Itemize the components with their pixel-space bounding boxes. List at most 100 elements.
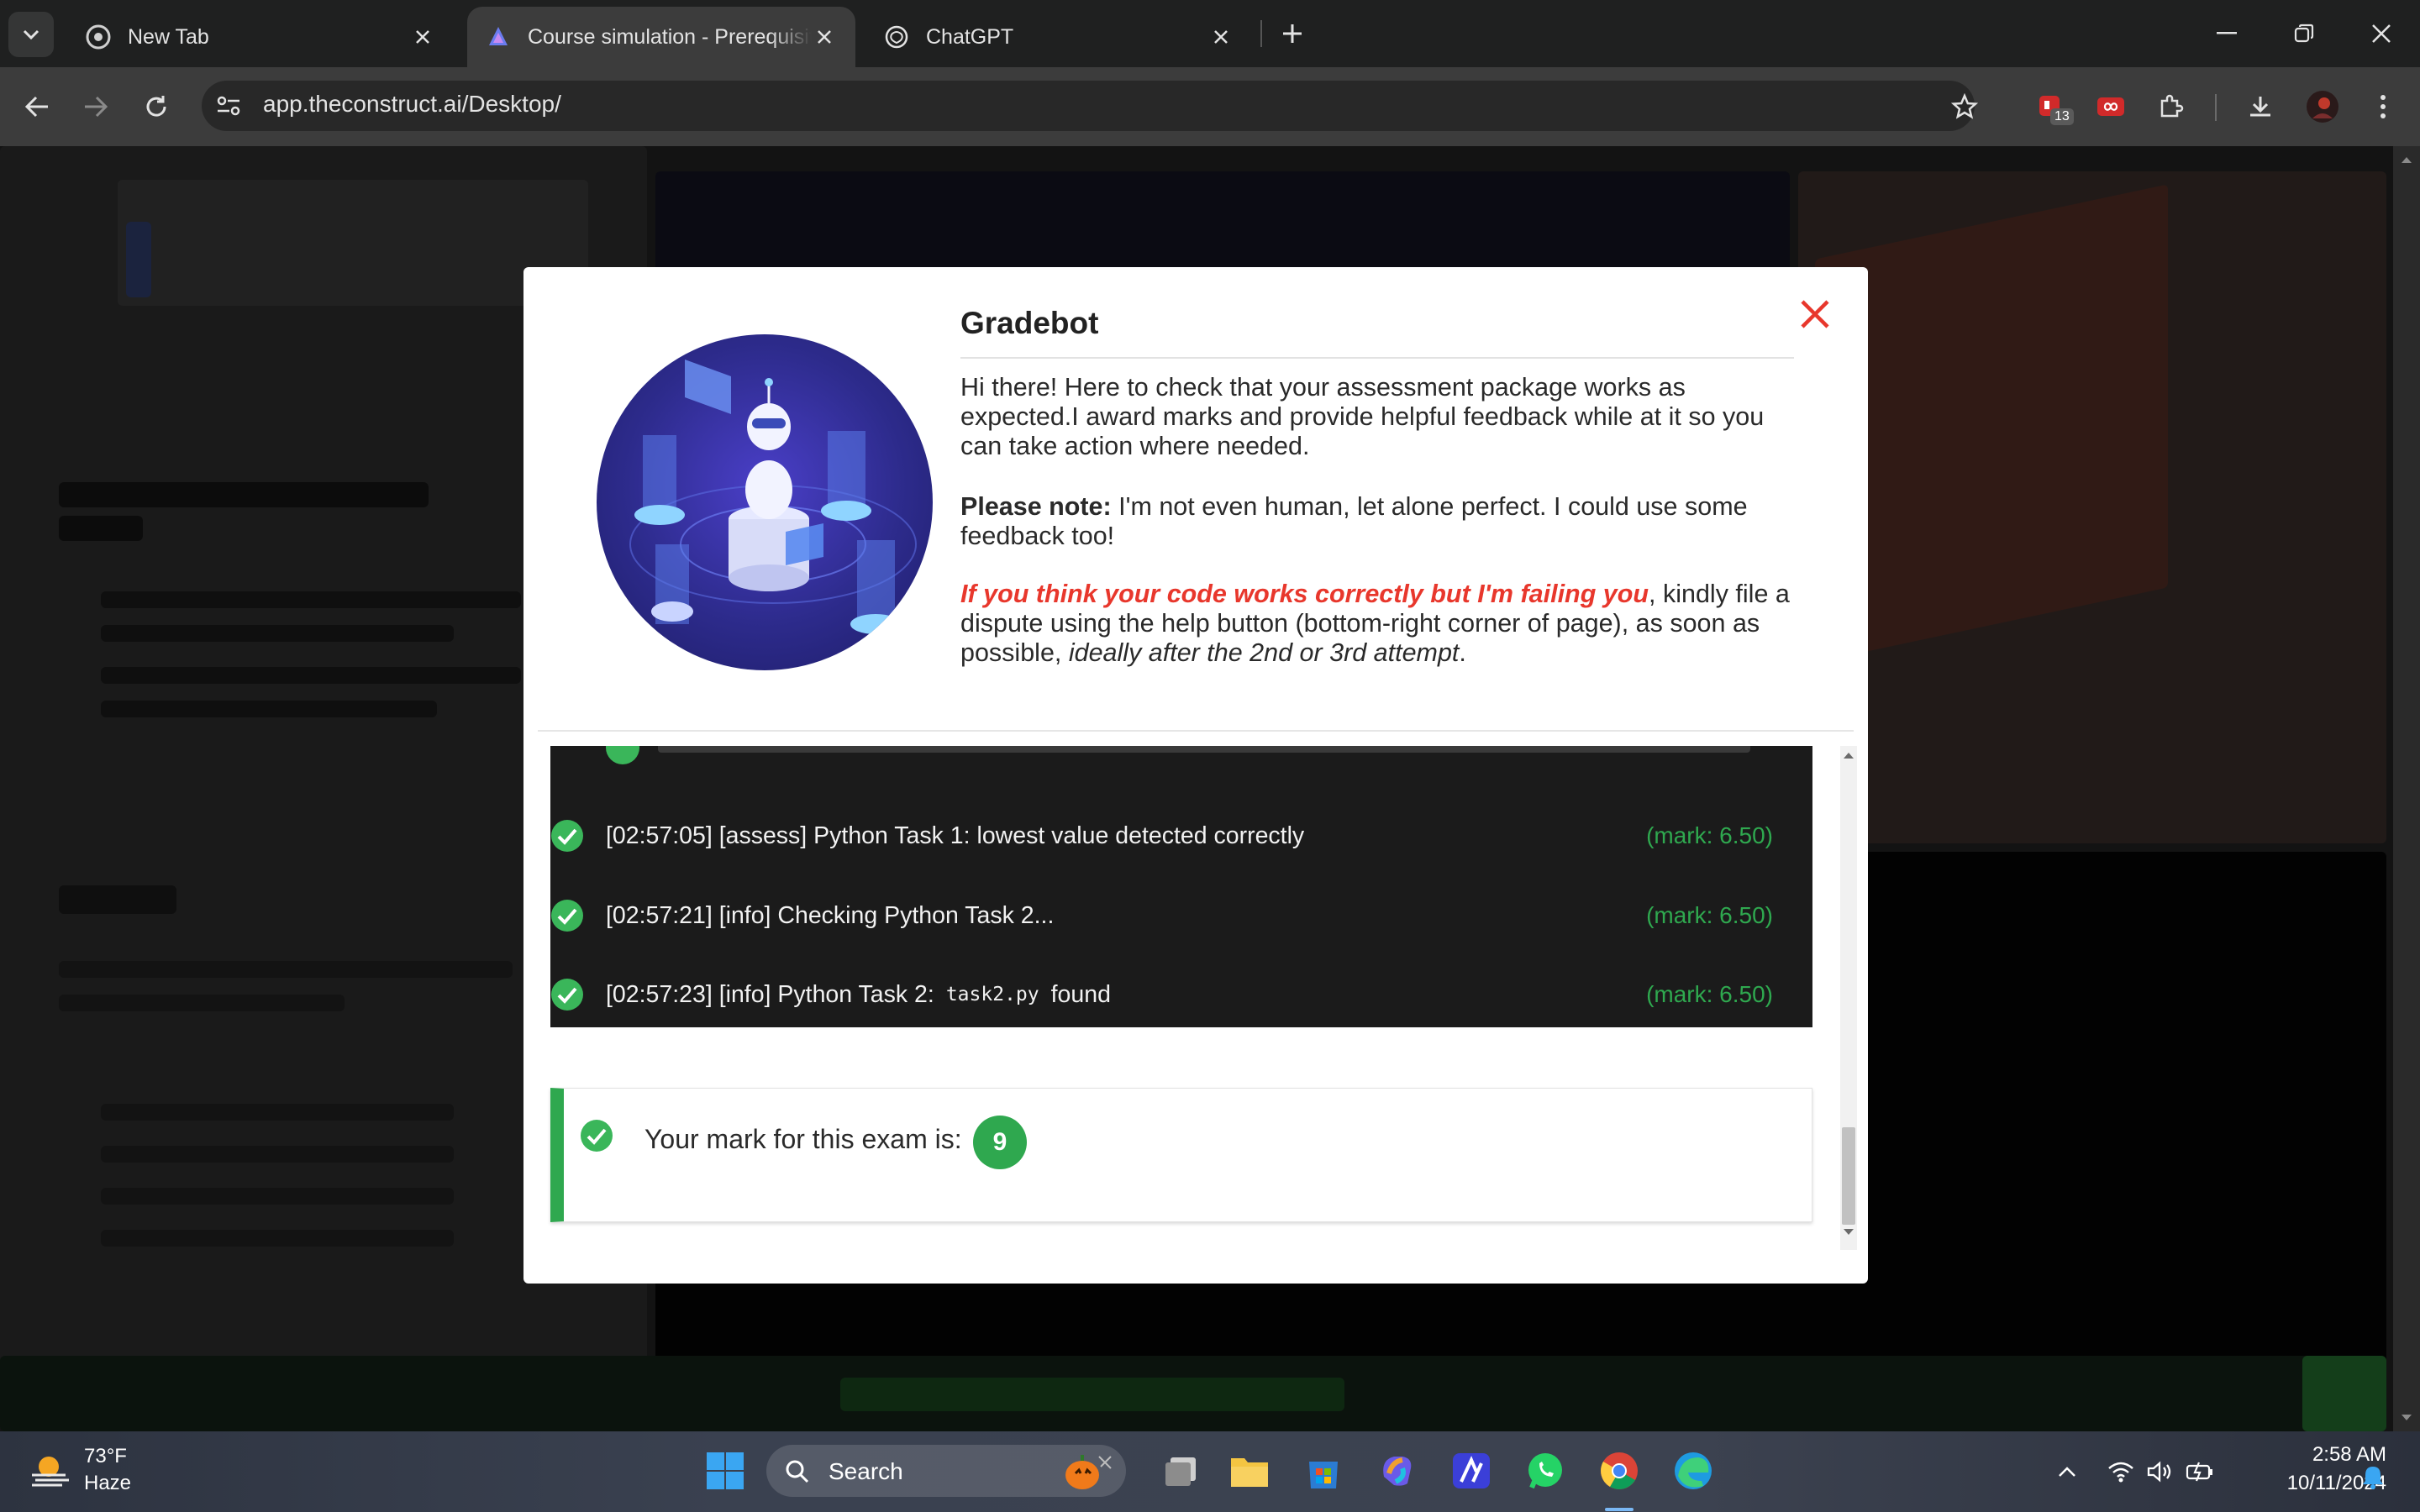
chevron-down-icon [23, 29, 39, 40]
weather-condition[interactable]: Haze [84, 1472, 131, 1495]
toolbar-divider [2215, 94, 2217, 121]
check-circle-icon [580, 1119, 613, 1152]
tab-title: Course simulation - Prerequisite [528, 24, 812, 49]
log-filename: task2.py [945, 984, 1039, 1005]
taskbar-copilot[interactable] [1373, 1446, 1422, 1495]
extensions-button[interactable] [2149, 85, 2193, 129]
tab-title: ChatGPT [926, 24, 1014, 49]
minimize-button[interactable] [2202, 12, 2252, 55]
kebab-menu-icon [2381, 95, 2386, 118]
log-text: [02:57:21] [info] Checking Python Task 2… [606, 901, 1055, 929]
profile-avatar[interactable] [2301, 85, 2344, 129]
extension-adblock[interactable]: 13 [2028, 85, 2074, 129]
log-mark: (mark: 6.50) [1646, 822, 1773, 848]
tab-course-simulation[interactable]: Course simulation - Prerequisite [467, 7, 855, 67]
star-icon [1951, 93, 1978, 119]
downloads-button[interactable] [2238, 85, 2282, 129]
modal-scrollbar-thumb[interactable] [1842, 1127, 1855, 1225]
show-hidden-icons-button[interactable] [2052, 1457, 2082, 1487]
check-circle-icon [550, 978, 584, 1011]
log-row: [02:57:21] [info] Checking Python Task 2… [551, 895, 1055, 937]
log-text: [02:57:05] [assess] Python Task 1: lowes… [606, 822, 1305, 849]
weather-temperature[interactable]: 73°F [84, 1445, 127, 1468]
notifications-button[interactable] [2358, 1462, 2388, 1492]
taskbar-task-view[interactable] [1156, 1446, 1205, 1495]
log-mark: (mark: 6.50) [1646, 981, 1773, 1007]
intro-paragraph: Hi there! Here to check that your assess… [960, 373, 1765, 460]
extension-badge: 13 [2050, 108, 2074, 125]
new-tab-button[interactable] [1270, 12, 1314, 55]
window-close-button[interactable] [2356, 12, 2407, 55]
forward-button[interactable] [74, 85, 118, 129]
gradebot-illustration [597, 334, 933, 670]
close-tab-icon[interactable] [812, 24, 837, 50]
volume-status[interactable] [2144, 1457, 2175, 1487]
chrome-icon [1601, 1452, 1638, 1489]
log-mark: (mark: 6.50) [1646, 902, 1773, 928]
minimize-icon [2217, 32, 2237, 34]
start-button[interactable] [701, 1446, 750, 1495]
speaker-icon [2147, 1461, 2171, 1483]
tab-title: New Tab [128, 24, 209, 49]
taskbar-microsoft-store[interactable] [1299, 1446, 1348, 1495]
dispute-warning: If you think your code works correctly b… [960, 580, 1649, 608]
tab-search-button[interactable] [8, 12, 54, 57]
infinity-icon [2097, 97, 2124, 116]
dispute-end: . [1459, 638, 1466, 667]
restore-button[interactable] [2279, 12, 2329, 55]
battery-status[interactable] [2185, 1457, 2215, 1487]
score-badge: 9 [973, 1116, 1027, 1169]
title-divider [960, 357, 1794, 359]
extension-infinity[interactable] [2089, 85, 2133, 129]
chatgpt-icon [884, 24, 909, 50]
search-icon [786, 1460, 809, 1483]
wifi-status[interactable] [2106, 1457, 2136, 1487]
scroll-up-icon [2402, 157, 2412, 163]
taskbar-file-explorer[interactable] [1225, 1446, 1274, 1495]
partial-row-check-icon [606, 746, 639, 764]
chrome-icon [86, 24, 111, 50]
page-scrollbar[interactable] [2393, 146, 2420, 1431]
arrow-right-icon [85, 96, 108, 118]
folder-icon [1231, 1458, 1268, 1487]
scroll-up-icon [1844, 753, 1854, 759]
note-paragraph: Please note: I'm not even human, let alo… [960, 492, 1792, 551]
download-icon [2250, 97, 2270, 117]
site-info-icon[interactable] [212, 91, 245, 121]
avatar-icon [2307, 91, 2338, 123]
assessment-log[interactable]: [02:57:05] [assess] Python Task 1: lowes… [550, 746, 1812, 1027]
url-text[interactable]: app.theconstruct.ai/Desktop/ [263, 91, 561, 118]
tab-chatgpt[interactable]: ChatGPT [865, 7, 1252, 67]
scroll-down-icon [1844, 1229, 1854, 1235]
back-button[interactable] [15, 85, 59, 129]
tab-new-tab[interactable]: New Tab [67, 7, 454, 67]
note-label: Please note: [960, 492, 1112, 521]
reload-icon [146, 96, 166, 117]
weather-haze-icon[interactable] [27, 1446, 74, 1494]
arrow-left-icon [24, 96, 48, 118]
check-circle-icon [550, 819, 584, 853]
taskbar-whatsapp[interactable] [1521, 1446, 1570, 1495]
browser-menu-button[interactable] [2361, 85, 2405, 129]
app-a-icon [1453, 1453, 1490, 1488]
modal-close-button[interactable] [1795, 294, 1835, 334]
close-icon [2372, 24, 2391, 43]
close-tab-icon[interactable] [1208, 24, 1234, 50]
bookmark-star-button[interactable] [1943, 85, 1986, 129]
modal-title: Gradebot [960, 306, 1099, 340]
dispute-italic: ideally after the 2nd or 3rd attempt [1068, 638, 1460, 667]
reload-button[interactable] [134, 85, 178, 129]
restore-icon [2294, 24, 2314, 43]
partial-log-row [658, 746, 1750, 753]
battery-charging-icon [2186, 1462, 2212, 1482]
result-label: Your mark for this exam is: [644, 1124, 962, 1154]
taskbar-app-a[interactable] [1447, 1446, 1496, 1495]
windows-logo-icon [707, 1452, 744, 1489]
taskbar-chrome[interactable] [1595, 1446, 1644, 1495]
dispute-paragraph: If you think your code works correctly b… [960, 580, 1792, 668]
close-tab-icon[interactable] [410, 24, 435, 50]
search-placeholder[interactable]: Search [829, 1458, 903, 1485]
edge-icon [1675, 1452, 1712, 1489]
taskbar-edge[interactable] [1669, 1446, 1718, 1495]
log-text-after: found [1050, 980, 1111, 1008]
